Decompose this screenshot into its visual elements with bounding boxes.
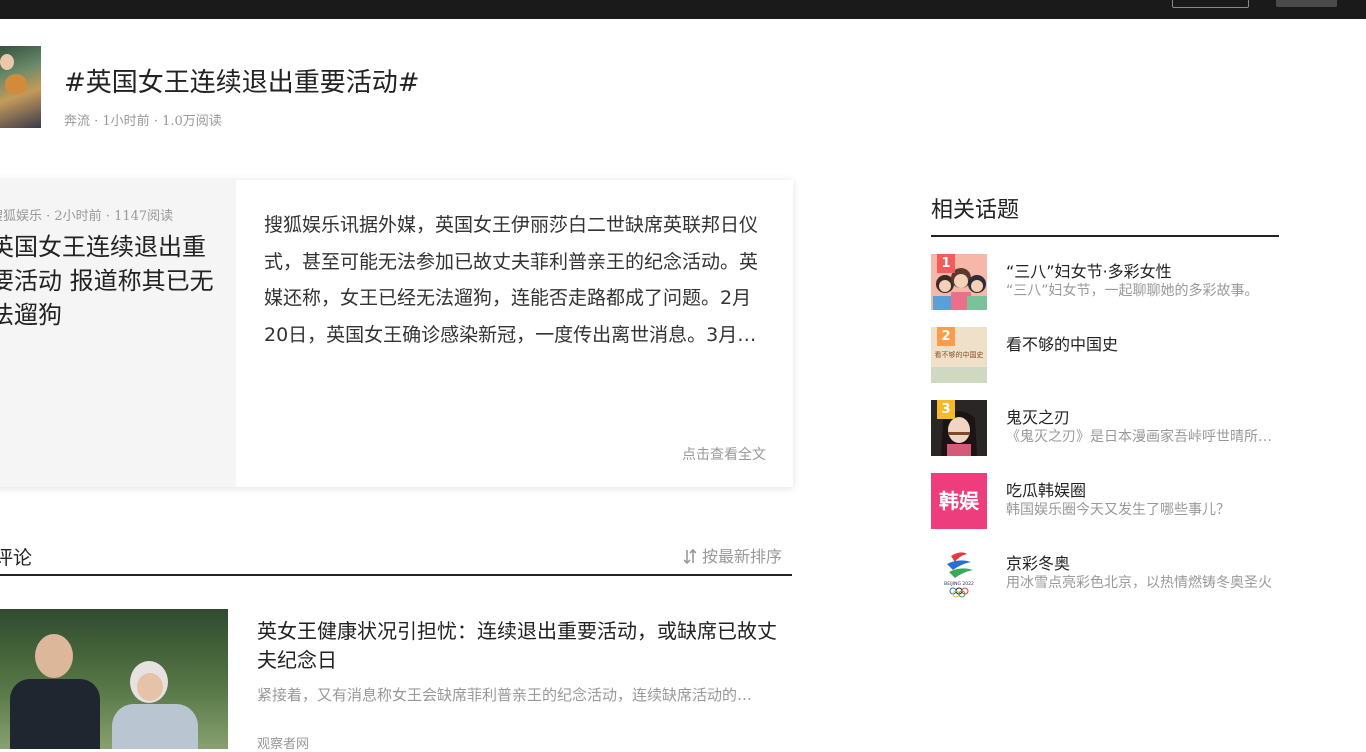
sort-icon — [683, 548, 697, 565]
related-topic-thumbnail: BEIJING 2022 — [931, 546, 987, 602]
rank-badge: 1 — [937, 254, 955, 273]
history-thumb-text: 看不够的中国史 — [935, 350, 984, 359]
related-topic-name[interactable]: 鬼灭之刃 — [1006, 404, 1070, 428]
related-topic-desc: 用冰雪点亮彩色北京，以热情燃铸冬奥圣火 — [1006, 575, 1272, 591]
related-topic-thumbnail: 看不够的中国史 2 — [931, 327, 987, 383]
related-topic-name[interactable]: 看不够的中国史 — [1006, 331, 1118, 355]
photo-man-head — [35, 634, 73, 678]
rank-badge: 2 — [937, 327, 955, 346]
related-topic-item[interactable]: 3 鬼灭之刃 《鬼灭之刃》是日本漫画家吾峠呼世晴所著的少年漫画 — [931, 400, 1279, 456]
sort-label: 按最新排序 — [702, 547, 783, 566]
related-topic-item[interactable]: 韩娱 吃瓜韩娱圈 韩国娱乐圈今天又发生了哪些事儿？ — [931, 473, 1279, 529]
related-topic-item[interactable]: BEIJING 2022 京彩冬奥 用冰雪点亮彩色北京，以热情燃铸冬奥圣火 — [931, 546, 1279, 602]
related-topic-desc: 韩国娱乐圈今天又发生了哪些事儿？ — [1006, 502, 1230, 518]
related-topic-item[interactable]: 看不够的中国史 2 看不够的中国史 — [931, 327, 1279, 383]
list-divider — [0, 574, 792, 576]
thumbnail-dog — [5, 74, 27, 94]
sort-newest-button[interactable]: 按最新排序 — [683, 543, 783, 567]
read-full-link[interactable]: 点击查看全文 — [682, 444, 766, 464]
related-topic-thumbnail: 3 — [931, 400, 987, 456]
photo-woman-face — [137, 673, 163, 701]
related-topic-name[interactable]: “三八”妇女节·多彩女性 — [1006, 258, 1172, 282]
related-topic-name[interactable]: 京彩冬奥 — [1006, 550, 1070, 574]
korea-ent-illustration: 韩娱 — [931, 473, 987, 529]
featured-article-body: 搜狐娱乐讯据外媒，英国女王伊丽莎白二世缺席英联邦日仪式，甚至可能无法参加已故丈夫… — [264, 214, 759, 346]
topic-meta: 奔流 · 1小时前 · 1.0万阅读 — [64, 114, 222, 129]
related-topic-desc: 《鬼灭之刃》是日本漫画家吾峠呼世晴所著的少年漫画 — [1006, 429, 1274, 445]
list-section-title: 评论 — [0, 547, 33, 569]
korea-thumb-text: 韩娱 — [939, 489, 980, 513]
nav-solid-button[interactable] — [1276, 0, 1337, 7]
featured-article-meta: 搜狐娱乐 · 2小时前 · 1147阅读 — [0, 209, 174, 224]
olympic-emblem-icon: BEIJING 2022 — [931, 546, 987, 602]
related-topic-thumbnail: 1 — [931, 254, 987, 310]
related-topic-thumbnail: 韩娱 — [931, 473, 987, 529]
related-topic-desc: “三八”妇女节，一起聊聊她的多彩故事。 — [1006, 283, 1259, 299]
topic-title: #英国女王连续退出重要活动# — [64, 68, 420, 98]
related-topic-name[interactable]: 吃瓜韩娱圈 — [1006, 477, 1086, 501]
featured-article-card[interactable]: 搜狐娱乐 · 2小时前 · 1147阅读 英国女王连续退出重要活动 报道称其已无… — [0, 180, 793, 487]
featured-article-title[interactable]: 英国女王连续退出重要活动 报道称其已无法遛狗 — [0, 230, 220, 332]
article-thumbnail[interactable] — [0, 609, 228, 749]
olympic-thumb-text: BEIJING 2022 — [944, 581, 974, 587]
article-source: 观察者网 — [257, 737, 310, 752]
photo-man-suit — [10, 679, 100, 749]
rank-badge: 3 — [937, 400, 955, 419]
related-topics-title: 相关话题 — [931, 198, 1020, 223]
related-topics-divider — [931, 235, 1279, 237]
article-title[interactable]: 英女王健康状况引担忧：连续退出重要活动，或缺席已故丈夫纪念日 — [257, 617, 787, 675]
photo-woman-coat — [112, 704, 198, 749]
article-summary: 紧接着，又有消息称女王会缺席菲利普亲王的纪念活动，连续缺席活动的… — [257, 686, 753, 704]
thumbnail-person — [0, 54, 14, 70]
topic-thumbnail — [0, 46, 41, 128]
featured-article-header: 搜狐娱乐 · 2小时前 · 1147阅读 英国女王连续退出重要活动 报道称其已无… — [0, 180, 236, 487]
top-nav-bar — [0, 0, 1366, 19]
related-topic-item[interactable]: 1 “三八”妇女节·多彩女性 “三八”妇女节，一起聊聊她的多彩故事。 — [931, 254, 1279, 310]
nav-outline-button[interactable] — [1172, 0, 1249, 8]
